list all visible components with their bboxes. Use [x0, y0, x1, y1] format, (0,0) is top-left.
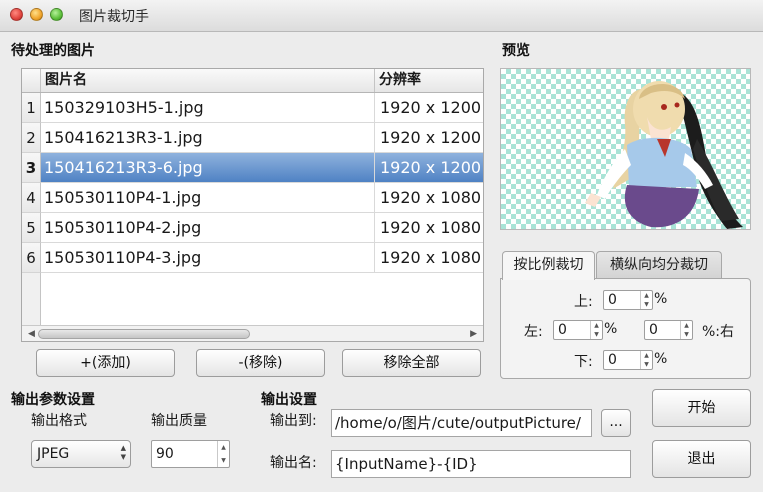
- output-settings-label: 输出设置: [261, 392, 317, 408]
- crop-right-value: 0: [649, 322, 658, 338]
- row-number: 6: [22, 243, 41, 273]
- close-window-button[interactable]: [10, 8, 23, 21]
- spin-arrows-icon[interactable]: ▲ ▼: [590, 321, 602, 339]
- output-quality-label: 输出质量: [151, 413, 207, 429]
- crop-left-percent: %: [604, 321, 618, 337]
- table-row[interactable]: 5 150530110P4-2.jpg 1920 x 1080: [22, 213, 483, 243]
- row-number: 1: [22, 93, 41, 123]
- row-number: 5: [22, 213, 41, 243]
- minimize-window-button[interactable]: [30, 8, 43, 21]
- updown-arrows-icon: ▲ ▼: [120, 444, 126, 461]
- crop-top-label: 上:: [574, 294, 593, 310]
- resolution-cell: 1920 x 1200: [375, 153, 483, 183]
- title-bar: 图片裁切手: [0, 0, 763, 32]
- table-row[interactable]: 2 150416213R3-1.jpg 1920 x 1200: [22, 123, 483, 153]
- row-number: 4: [22, 183, 41, 213]
- tab-ratio-crop[interactable]: 按比例裁切: [502, 251, 595, 280]
- row-number: 3: [22, 153, 41, 183]
- table-header: 图片名 分辨率: [22, 69, 483, 93]
- crop-left-value: 0: [558, 322, 567, 338]
- quit-button[interactable]: 退出: [652, 440, 751, 478]
- crop-right-label: %:右: [702, 324, 735, 340]
- resolution-cell: 1920 x 1080: [375, 183, 483, 213]
- resolution-cell: 1920 x 1080: [375, 213, 483, 243]
- pending-images-label: 待处理的图片: [11, 43, 95, 59]
- remove-all-button[interactable]: 移除全部: [342, 349, 481, 377]
- crop-top-value: 0: [608, 292, 617, 308]
- crop-bottom-percent: %: [654, 351, 668, 367]
- scroll-left-icon[interactable]: ◀: [28, 329, 35, 339]
- spin-arrows-icon[interactable]: ▲ ▼: [640, 291, 652, 309]
- table-row-selected[interactable]: 3 150416213R3-6.jpg 1920 x 1200: [22, 153, 483, 183]
- resolution-cell: 1920 x 1080: [375, 243, 483, 273]
- preview-area: [500, 68, 751, 230]
- preview-label: 预览: [502, 43, 530, 59]
- table-row[interactable]: 6 150530110P4-3.jpg 1920 x 1080: [22, 243, 483, 273]
- crop-top-spinbox[interactable]: 0 ▲ ▼: [603, 290, 653, 310]
- image-name-cell: 150530110P4-3.jpg: [41, 243, 375, 273]
- output-quality-spinbox[interactable]: 90 ▲ ▼: [151, 440, 230, 468]
- maximize-window-button[interactable]: [50, 8, 63, 21]
- spin-arrows-icon[interactable]: ▲ ▼: [640, 351, 652, 369]
- column-header-name[interactable]: 图片名: [41, 69, 375, 92]
- output-quality-value: 90: [156, 446, 174, 462]
- image-table[interactable]: 图片名 分辨率 1 150329103H5-1.jpg 1920 x 1200 …: [21, 68, 484, 342]
- output-name-field[interactable]: {InputName}-{ID}: [331, 450, 631, 478]
- output-format-select[interactable]: JPEG ▲ ▼: [31, 440, 131, 468]
- output-format-value: JPEG: [37, 446, 70, 462]
- table-row[interactable]: 4 150530110P4-1.jpg 1920 x 1080: [22, 183, 483, 213]
- output-params-label: 输出参数设置: [11, 392, 95, 408]
- crop-right-spinbox[interactable]: 0 ▲ ▼: [644, 320, 693, 340]
- table-row[interactable]: 1 150329103H5-1.jpg 1920 x 1200: [22, 93, 483, 123]
- image-name-cell: 150416213R3-6.jpg: [41, 153, 375, 183]
- column-header-resolution[interactable]: 分辨率: [375, 69, 483, 92]
- crop-bottom-value: 0: [608, 352, 617, 368]
- image-name-cell: 150530110P4-2.jpg: [41, 213, 375, 243]
- spin-arrows-icon[interactable]: ▲ ▼: [217, 441, 229, 467]
- browse-button[interactable]: ...: [601, 409, 631, 437]
- spin-arrows-icon[interactable]: ▲ ▼: [680, 321, 692, 339]
- tab-even-split-crop[interactable]: 横纵向均分裁切: [596, 251, 722, 279]
- image-name-cell: 150329103H5-1.jpg: [41, 93, 375, 123]
- image-name-cell: 150530110P4-1.jpg: [41, 183, 375, 213]
- output-dir-field[interactable]: /home/o/图片/cute/outputPicture/: [331, 409, 592, 437]
- table-corner: [22, 69, 41, 92]
- scroll-right-icon[interactable]: ▶: [470, 329, 477, 339]
- resolution-cell: 1920 x 1200: [375, 93, 483, 123]
- row-number: 2: [22, 123, 41, 153]
- add-button[interactable]: +(添加): [36, 349, 175, 377]
- output-to-label: 输出到:: [270, 413, 317, 429]
- window-title: 图片裁切手: [79, 9, 149, 25]
- resolution-cell: 1920 x 1200: [375, 123, 483, 153]
- crop-left-spinbox[interactable]: 0 ▲ ▼: [553, 320, 603, 340]
- remove-button[interactable]: -(移除): [196, 349, 325, 377]
- output-name-label: 输出名:: [270, 455, 317, 471]
- scrollbar-thumb[interactable]: [38, 329, 250, 339]
- horizontal-scrollbar[interactable]: ◀ ▶: [22, 325, 483, 341]
- crop-bottom-label: 下:: [574, 354, 593, 370]
- output-format-label: 输出格式: [31, 413, 87, 429]
- crop-bottom-spinbox[interactable]: 0 ▲ ▼: [603, 350, 653, 370]
- preview-character-image: [585, 81, 743, 229]
- image-name-cell: 150416213R3-1.jpg: [41, 123, 375, 153]
- crop-top-percent: %: [654, 291, 668, 307]
- crop-left-label: 左:: [524, 324, 543, 340]
- start-button[interactable]: 开始: [652, 389, 751, 427]
